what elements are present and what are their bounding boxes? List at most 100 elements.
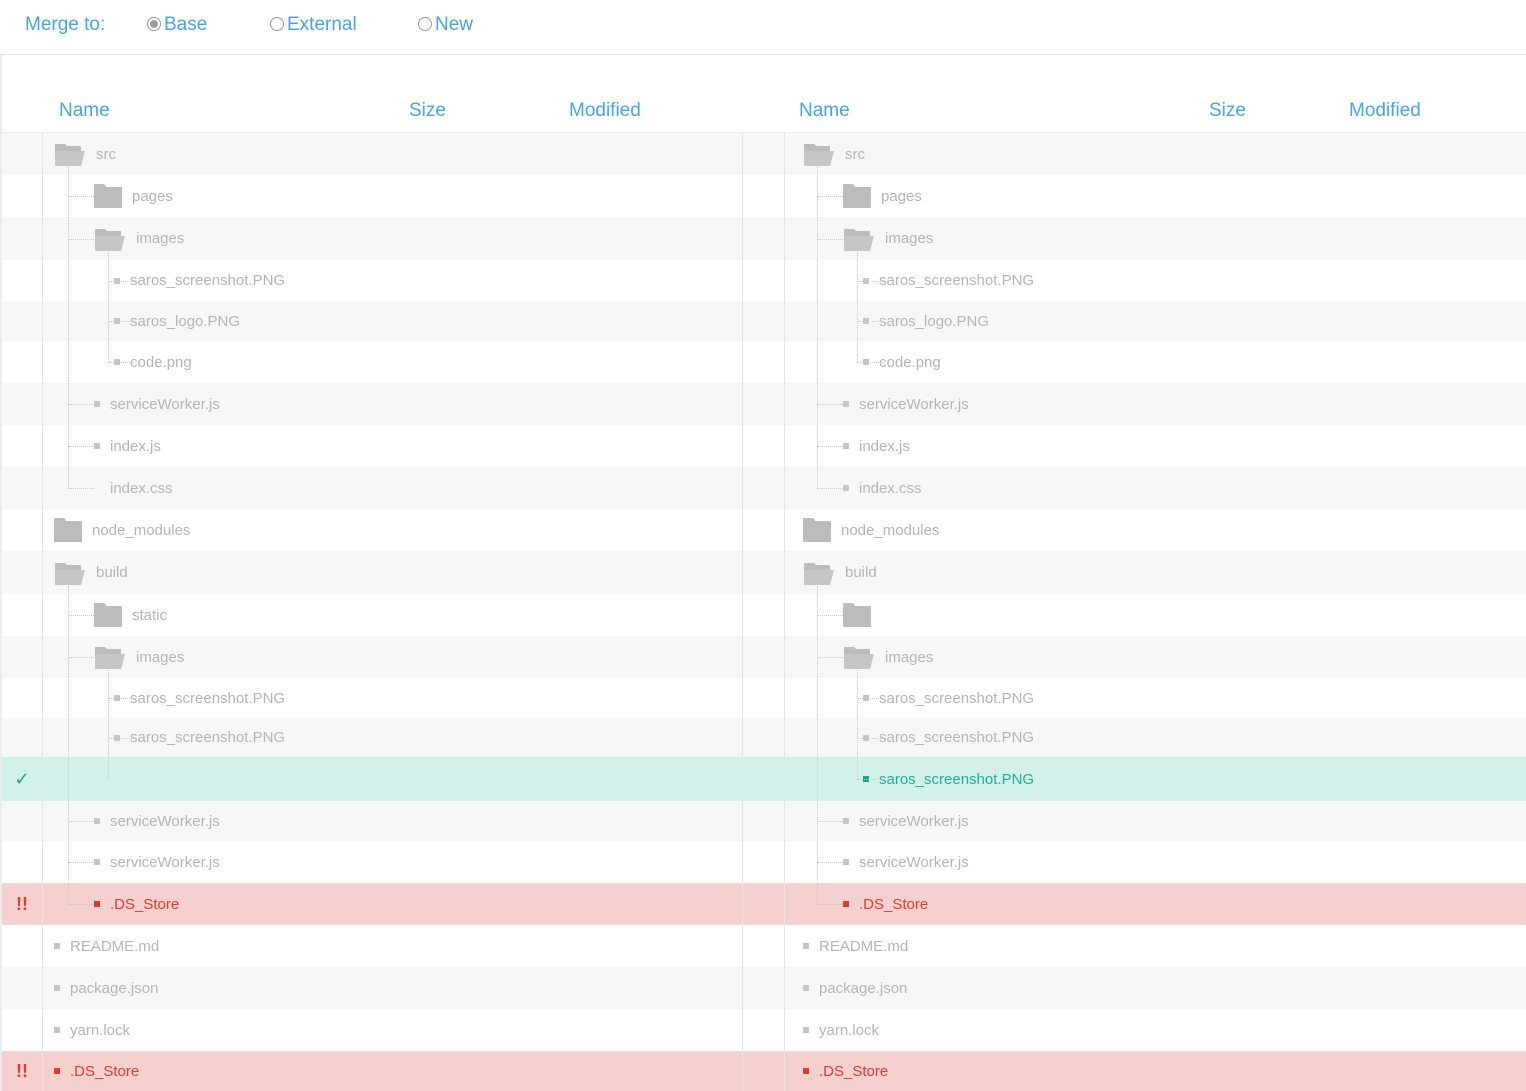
left-tree-item[interactable]: node_modules bbox=[54, 509, 190, 551]
tree-row[interactable]: serviceWorker.js serviceWorker.js bbox=[2, 841, 1526, 883]
tree-row[interactable]: serviceWorker.js serviceWorker.js bbox=[2, 801, 1526, 841]
tree-row[interactable]: static bbox=[2, 594, 1526, 636]
right-tree-item[interactable]: saros_screenshot.PNG bbox=[863, 757, 1034, 801]
tree-row[interactable]: code.png code.png bbox=[2, 341, 1526, 383]
left-tree-item[interactable]: saros_screenshot.PNG bbox=[114, 260, 285, 301]
left-tree-item[interactable]: pages bbox=[94, 175, 173, 217]
tree-row[interactable]: !! .DS_Store .DS_Store bbox=[2, 883, 1526, 925]
left-tree-item[interactable]: index.css bbox=[94, 467, 173, 509]
item-name: images bbox=[136, 230, 185, 247]
right-tree-item[interactable]: serviceWorker.js bbox=[843, 383, 969, 425]
left-tree-item[interactable]: build bbox=[54, 551, 128, 594]
right-tree-item[interactable]: serviceWorker.js bbox=[843, 841, 969, 883]
left-tree-item[interactable]: src bbox=[54, 133, 116, 175]
right-tree-item[interactable]: build bbox=[803, 551, 877, 594]
tree-row[interactable]: images images bbox=[2, 217, 1526, 260]
file-icon bbox=[803, 1027, 809, 1033]
tree-row[interactable]: pages pages bbox=[2, 175, 1526, 217]
left-tree-item[interactable]: serviceWorker.js bbox=[94, 841, 220, 883]
tree-connector bbox=[108, 738, 134, 739]
tree-row[interactable]: src src bbox=[2, 133, 1526, 175]
item-name: build bbox=[96, 564, 128, 581]
right-tree-item[interactable] bbox=[843, 594, 881, 636]
tree-row[interactable]: saros_screenshot.PNG saros_screenshot.PNG bbox=[2, 718, 1526, 757]
left-tree-item[interactable]: static bbox=[94, 594, 167, 636]
status-mark bbox=[2, 260, 42, 301]
right-name-header[interactable]: Name bbox=[799, 100, 850, 122]
tree-row[interactable]: !! .DS_Store .DS_Store bbox=[2, 1051, 1526, 1091]
tree-guide bbox=[68, 167, 69, 488]
right-tree-item[interactable]: src bbox=[803, 133, 865, 175]
radio-empty-icon bbox=[270, 17, 284, 31]
tree-row[interactable]: saros_logo.PNG saros_logo.PNG bbox=[2, 301, 1526, 341]
tree-guide bbox=[108, 670, 109, 779]
right-tree-item[interactable]: .DS_Store bbox=[843, 883, 928, 925]
tree-connector bbox=[817, 615, 843, 616]
right-tree-item[interactable]: package.json bbox=[803, 967, 907, 1009]
status-mark bbox=[2, 1009, 42, 1051]
left-size-header[interactable]: Size bbox=[409, 100, 446, 122]
tree-connector bbox=[857, 738, 883, 739]
right-tree-item[interactable]: saros_screenshot.PNG bbox=[863, 718, 1034, 757]
left-name-header[interactable]: Name bbox=[59, 100, 110, 122]
tree-row[interactable]: saros_screenshot.PNG saros_screenshot.PNG bbox=[2, 678, 1526, 718]
item-name: .DS_Store bbox=[110, 895, 180, 913]
item-name: index.js bbox=[110, 437, 161, 455]
left-tree-item[interactable]: .DS_Store bbox=[54, 1051, 139, 1091]
right-tree-item[interactable]: pages bbox=[843, 175, 922, 217]
item-name: .DS_Store bbox=[70, 1062, 140, 1080]
tree-row[interactable]: index.js index.js bbox=[2, 425, 1526, 467]
left-tree-item[interactable]: README.md bbox=[54, 925, 159, 967]
right-tree-item[interactable]: index.js bbox=[843, 425, 910, 467]
status-mark bbox=[2, 383, 42, 425]
right-tree-item[interactable]: .DS_Store bbox=[803, 1051, 888, 1091]
tree-row[interactable]: saros_screenshot.PNG saros_screenshot.PNG bbox=[2, 260, 1526, 301]
tree-row[interactable]: images images bbox=[2, 636, 1526, 678]
merge-option-base[interactable]: Base bbox=[147, 14, 207, 36]
item-name: serviceWorker.js bbox=[859, 853, 969, 871]
tree-row[interactable]: ✓ saros_screenshot.PNG bbox=[2, 757, 1526, 801]
left-tree-item[interactable]: saros_screenshot.PNG bbox=[114, 718, 285, 757]
file-icon bbox=[94, 401, 100, 407]
left-tree-item[interactable]: .DS_Store bbox=[94, 883, 179, 925]
tree-connector bbox=[68, 488, 94, 489]
right-size-header[interactable]: Size bbox=[1209, 100, 1246, 122]
left-tree-item[interactable]: saros_screenshot.PNG bbox=[114, 678, 285, 718]
left-tree-item[interactable]: serviceWorker.js bbox=[94, 801, 220, 841]
right-tree-item[interactable]: saros_screenshot.PNG bbox=[863, 260, 1034, 301]
tree-row[interactable]: yarn.lock yarn.lock bbox=[2, 1009, 1526, 1051]
right-tree-item[interactable]: README.md bbox=[803, 925, 908, 967]
tree-row[interactable]: README.md README.md bbox=[2, 925, 1526, 967]
item-name: node_modules bbox=[92, 521, 191, 539]
left-tree-item[interactable]: serviceWorker.js bbox=[94, 383, 220, 425]
merge-option-new[interactable]: New bbox=[418, 14, 473, 36]
tree-row[interactable]: serviceWorker.js serviceWorker.js bbox=[2, 383, 1526, 425]
left-modified-header[interactable]: Modified bbox=[569, 100, 641, 122]
right-tree-item[interactable]: saros_screenshot.PNG bbox=[863, 678, 1034, 718]
item-name: index.js bbox=[859, 437, 910, 455]
right-modified-header[interactable]: Modified bbox=[1349, 100, 1421, 122]
tree-row[interactable]: build build bbox=[2, 551, 1526, 594]
item-name: src bbox=[845, 145, 865, 163]
tree-connector bbox=[68, 239, 94, 240]
item-name: build bbox=[845, 564, 877, 581]
tree-row[interactable]: index.css index.css bbox=[2, 467, 1526, 509]
right-tree-item[interactable]: serviceWorker.js bbox=[843, 801, 969, 841]
merge-bar: Merge to: Base External New bbox=[0, 0, 1526, 55]
folder-icon bbox=[843, 603, 871, 627]
tree-connector bbox=[857, 321, 883, 322]
tree-connector bbox=[68, 904, 94, 905]
status-mark bbox=[2, 217, 42, 260]
status-mark bbox=[2, 718, 42, 757]
right-tree-item[interactable]: yarn.lock bbox=[803, 1009, 879, 1051]
left-tree-item[interactable]: index.js bbox=[94, 425, 161, 467]
item-name: .DS_Store bbox=[819, 1062, 889, 1080]
left-tree-item[interactable]: package.json bbox=[54, 967, 158, 1009]
tree-row[interactable]: package.json package.json bbox=[2, 967, 1526, 1009]
right-tree-item[interactable]: index.css bbox=[843, 467, 922, 509]
right-tree-item[interactable]: node_modules bbox=[803, 509, 939, 551]
tree-row[interactable]: node_modules node_modules bbox=[2, 509, 1526, 551]
item-name: pages bbox=[132, 187, 173, 205]
merge-option-external[interactable]: External bbox=[270, 14, 357, 36]
left-tree-item[interactable]: yarn.lock bbox=[54, 1009, 130, 1051]
